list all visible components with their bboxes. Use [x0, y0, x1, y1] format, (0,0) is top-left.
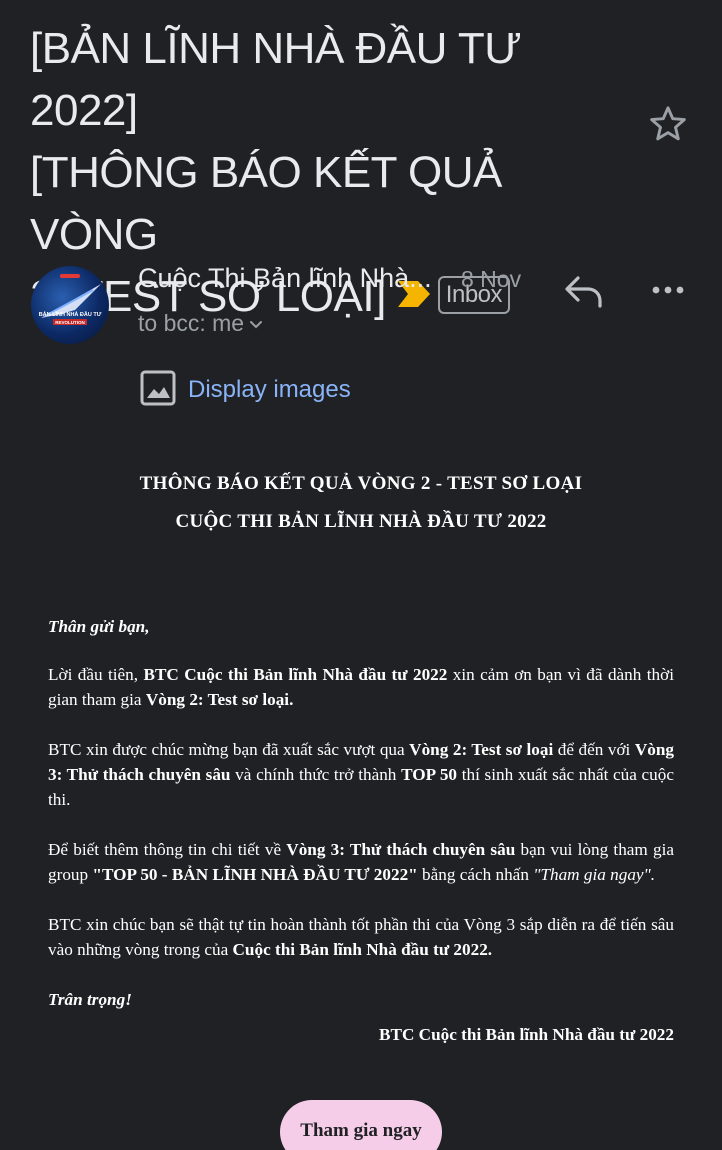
signature: BTC Cuộc thi Bản lĩnh Nhà đầu tư 2022 — [379, 1025, 674, 1044]
email-body: THÔNG BÁO KẾT QUẢ VÒNG 2 - TEST SƠ LOẠI … — [48, 470, 674, 1047]
p2-text-a: BTC xin được chúc mừng bạn đã xuất sắc v… — [48, 740, 410, 759]
p3-text-a: Để biết thêm thông tin chi tiết về — [48, 840, 287, 859]
paragraph-1: Lời đầu tiên, BTC Cuộc thi Bản lĩnh Nhà … — [48, 662, 674, 712]
reply-icon[interactable] — [562, 272, 606, 310]
paragraph-2: BTC xin được chúc mừng bạn đã xuất sắc v… — [48, 737, 674, 812]
subject-line-1: [BẢN LĨNH NHÀ ĐẦU TƯ 2022] — [30, 24, 522, 135]
p3-text-f: "Tham gia ngay". — [533, 865, 656, 884]
closing: Trân trọng! — [48, 990, 132, 1009]
p2-text-f: TOP 50 — [401, 765, 458, 784]
chevron-down-icon — [248, 310, 264, 337]
p3-text-e: bằng cách nhấn — [417, 865, 534, 884]
p3-text-d: "TOP 50 - BẢN LĨNH NHÀ ĐẦU TƯ 2022" — [92, 865, 418, 884]
p2-text-e: và chính thức trở thành — [230, 765, 402, 784]
join-now-button[interactable]: Tham gia ngay — [280, 1100, 442, 1150]
p2-text-b: Vòng 2: Test sơ loại — [409, 740, 554, 759]
message-date: 8 Nov — [461, 266, 522, 292]
star-icon[interactable] — [646, 102, 690, 146]
greeting: Thân gửi bạn, — [48, 617, 150, 636]
recipients-toggle[interactable]: to bcc: me — [138, 310, 264, 337]
p1-text-a: Lời đầu tiên, — [48, 665, 144, 684]
p3-text-b: Vòng 3: Thử thách chuyên sâu — [286, 840, 516, 859]
more-options-icon[interactable] — [648, 276, 688, 304]
p1-text-b: BTC Cuộc thi Bản lĩnh Nhà đầu tư 2022 — [143, 665, 448, 684]
paragraph-4: BTC xin chúc bạn sẽ thật tự tin hoàn thà… — [48, 912, 674, 962]
sender-name[interactable]: Cuộc Thi Bản lĩnh Nhà... — [138, 263, 432, 294]
p1-text-d: Vòng 2: Test sơ loại. — [145, 690, 294, 709]
display-images-button[interactable]: Display images — [140, 370, 351, 411]
body-heading-2: CUỘC THI BẢN LĨNH NHÀ ĐẦU TƯ 2022 — [175, 511, 547, 532]
p2-text-c: để đến với — [553, 740, 635, 759]
body-heading-1: THÔNG BÁO KẾT QUẢ VÒNG 2 - TEST SƠ LOẠI — [139, 473, 583, 494]
avatar-text: BẢN LĨNH NHÀ ĐẦU TƯ — [39, 311, 102, 318]
subject-line-2: [THÔNG BÁO KẾT QUẢ VÒNG — [30, 148, 502, 259]
image-icon — [140, 370, 176, 411]
sender-avatar[interactable]: BẢN LĨNH NHÀ ĐẦU TƯ REVOLUTION — [31, 266, 109, 344]
paragraph-3: Để biết thêm thông tin chi tiết về Vòng … — [48, 837, 674, 887]
display-images-label: Display images — [188, 376, 351, 403]
recipients-text: to bcc: me — [138, 310, 245, 336]
p4-text-b: Cuộc thi Bản lĩnh Nhà đầu tư 2022. — [232, 940, 493, 959]
avatar-subtext: REVOLUTION — [55, 320, 85, 325]
